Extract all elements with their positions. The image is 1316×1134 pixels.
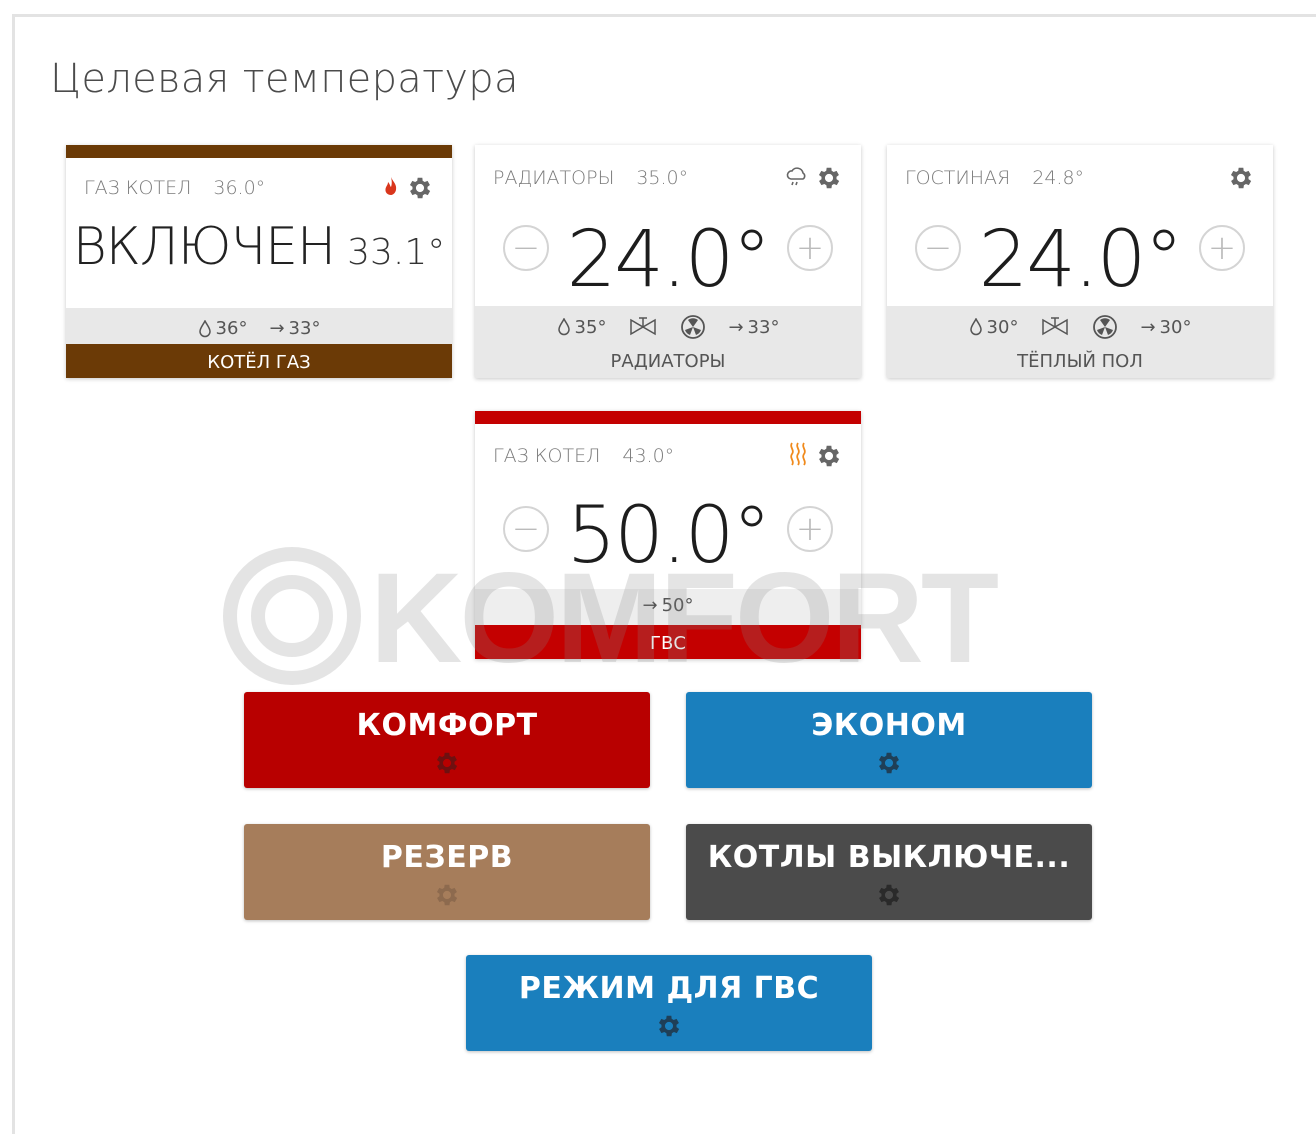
circuit-name: ГОСТИНАЯ [905,167,1011,189]
mode-settings-gear-icon[interactable] [686,881,1092,909]
increase-button[interactable]: + [1199,225,1245,271]
flame-icon [382,175,400,202]
settings-gear-icon[interactable] [815,442,843,470]
mode-boilers-off-button[interactable]: КОТЛЫ ВЫКЛЮЧЕ... [686,824,1092,920]
boiler-current-temp: 33.1° [347,232,446,273]
circuit-label: РАДИАТОРЫ [610,351,726,372]
mode-settings-gear-icon[interactable] [686,749,1092,777]
mode-settings-gear-icon[interactable] [466,1012,872,1040]
mode-reserve-button[interactable]: РЕЗЕРВ [244,824,650,920]
increase-button[interactable]: + [787,506,833,552]
page-title: Целевая температура [50,56,519,102]
mode-settings-gear-icon[interactable] [244,749,650,777]
supply-temp: 36° [198,318,247,339]
weather-icon [785,165,809,192]
circuit-name: ГАЗ КОТЕЛ [84,177,192,199]
card-top-bar [66,145,452,158]
return-temp: → 50° [642,595,694,616]
return-temp: → 33° [728,316,780,338]
supply-temp: 30° [969,317,1018,338]
mode-label: РЕЖИМ ДЛЯ ГВС [518,971,820,1006]
circuit-temp: 35.0° [636,167,689,189]
pump-icon [1092,314,1118,340]
mode-label: КОТЛЫ ВЫКЛЮЧЕ... [707,840,1071,875]
circuit-temp: 43.0° [622,445,675,467]
heating-icon [787,441,809,472]
card-top-bar [475,411,861,424]
circuit-temp: 36.0° [213,177,266,199]
mode-economy-button[interactable]: ЭКОНОМ [686,692,1092,788]
mode-settings-gear-icon[interactable] [244,881,650,909]
circuit-label: ТЁПЛЫЙ ПОЛ [1017,351,1143,372]
drop-icon [557,318,570,336]
setpoint-value[interactable]: 24.0° [979,215,1184,305]
circuit-temp: 24.8° [1032,167,1085,189]
arrow-right-icon: → [269,318,285,339]
setpoint-value[interactable]: 50.0° [567,491,772,581]
increase-button[interactable]: + [787,225,833,271]
drop-icon [198,319,211,337]
mode-comfort-button[interactable]: КОМФОРТ [244,692,650,788]
mode-dhw-button[interactable]: РЕЖИМ ДЛЯ ГВС [466,955,872,1051]
return-temp: → 33° [269,318,321,339]
circuit-name: РАДИАТОРЫ [493,167,615,189]
return-temp: → 30° [1140,316,1192,338]
boiler-state: ВКЛЮЧЕН [72,217,336,277]
boiler-card[interactable]: ГАЗ КОТЕЛ 36.0° ВКЛЮЧЕН 33.1° 36° → 33° [66,145,452,378]
arrow-right-icon: → [642,595,658,616]
dhw-card[interactable]: ГАЗ КОТЕЛ 43.0° − 50.0° + → 50° ГВС [475,411,861,659]
valve-icon [1040,316,1070,338]
valve-icon [628,316,658,338]
arrow-right-icon: → [1140,316,1156,338]
radiators-card[interactable]: РАДИАТОРЫ 35.0° − 24.0° + 35° → 33° РАДИ… [475,145,861,378]
settings-gear-icon[interactable] [406,174,434,202]
settings-gear-icon[interactable] [815,164,843,192]
circuit-name: ГАЗ КОТЕЛ [493,445,601,467]
circuit-label: КОТЁЛ ГАЗ [207,352,311,373]
circuit-label: ГВС [650,633,686,654]
mode-label: РЕЗЕРВ [380,840,514,875]
setpoint-value[interactable]: 24.0° [567,215,772,305]
living-room-card[interactable]: ГОСТИНАЯ 24.8° − 24.0° + 30° → 30° ТЁПЛЫ… [887,145,1273,378]
pump-icon [680,314,706,340]
mode-label: КОМФОРТ [356,708,538,743]
settings-gear-icon[interactable] [1227,164,1255,192]
drop-icon [969,318,982,336]
mode-label: ЭКОНОМ [811,708,967,743]
arrow-right-icon: → [728,316,744,338]
supply-temp: 35° [557,317,606,338]
